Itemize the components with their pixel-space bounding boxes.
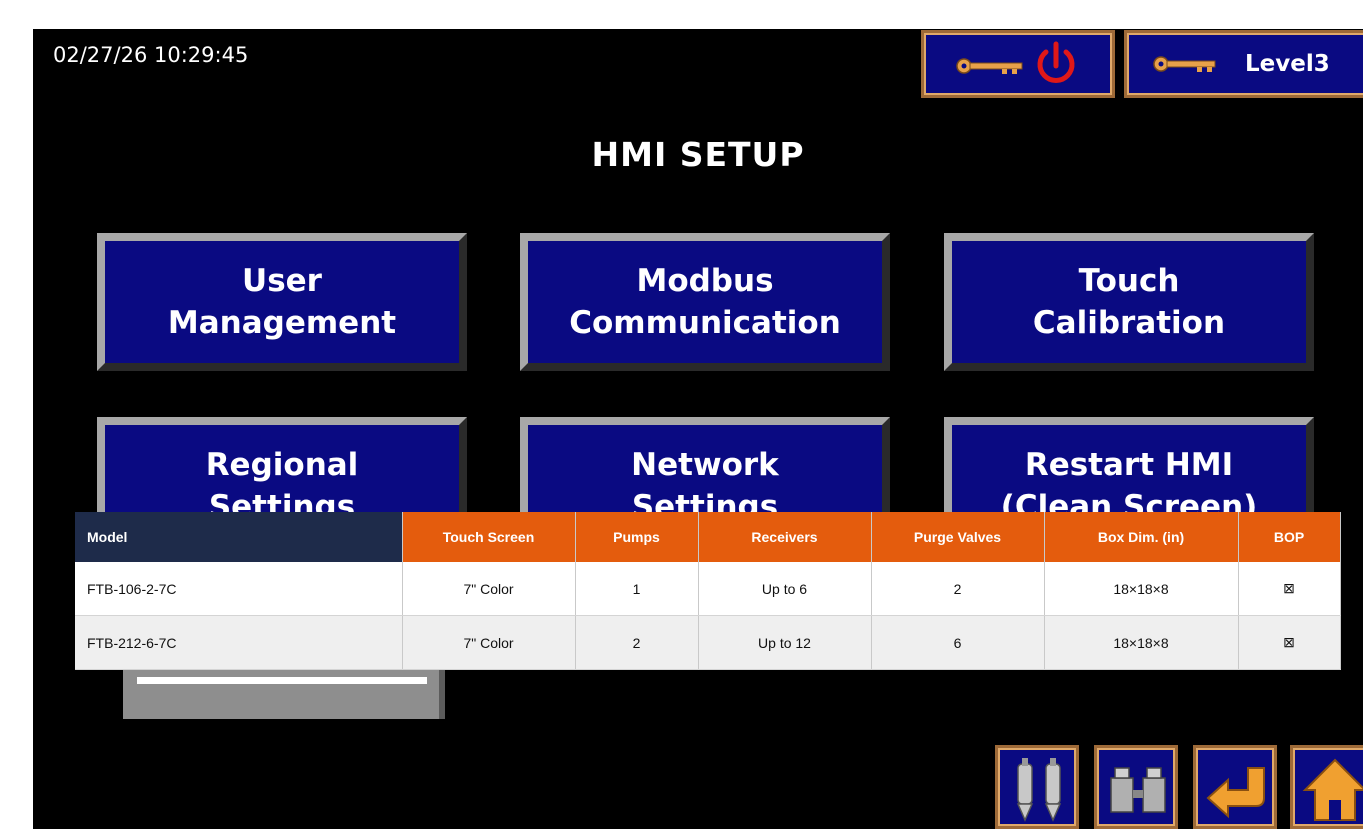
datetime-display: 02/27/26 10:29:45 (53, 43, 249, 67)
button-label-line2: Communication (569, 305, 841, 341)
header-receivers: Receivers (698, 512, 872, 562)
cell-box-dim: 18×18×8 (1044, 562, 1239, 616)
logout-button[interactable] (921, 30, 1115, 98)
cell-receivers: Up to 6 (698, 562, 872, 616)
key-power-icon (956, 41, 1075, 83)
table-row: FTB-106-2-7C 7" Color 1 Up to 6 2 18×18×… (75, 562, 1341, 616)
touch-calibration-button[interactable]: Touch Calibration (944, 233, 1314, 371)
button-label-line1: Touch (1078, 263, 1180, 299)
table-header-row: Model Touch Screen Pumps Receivers Purge… (75, 512, 1341, 562)
user-management-button[interactable]: User Management (97, 233, 467, 371)
modbus-communication-button[interactable]: Modbus Communication (520, 233, 890, 371)
valves-nav-button[interactable] (1094, 745, 1178, 829)
button-label-line2: Management (167, 305, 397, 341)
valves-icon (1110, 767, 1166, 813)
page-title: HMI SETUP (591, 135, 805, 174)
cell-receivers: Up to 12 (698, 615, 872, 670)
home-icon (1302, 758, 1363, 821)
cell-purge-valves: 6 (871, 615, 1045, 670)
back-nav-button[interactable] (1193, 745, 1277, 829)
button-label-line2: Calibration (1032, 305, 1226, 341)
cell-purge-valves: 2 (871, 562, 1045, 616)
button-label-line1: Regional (205, 447, 359, 483)
hmi-screen: 02/27/26 10:29:45 Level3 HMI SETUP User … (33, 29, 1363, 829)
back-arrow-icon (1206, 767, 1265, 819)
user-level-button[interactable]: Level3 (1124, 30, 1363, 98)
spec-table: Model Touch Screen Pumps Receivers Purge… (75, 512, 1341, 670)
cell-bop: ⊠ (1238, 615, 1341, 670)
button-label-line1: Restart HMI (1024, 447, 1234, 483)
cell-box-dim: 18×18×8 (1044, 615, 1239, 670)
header-pumps: Pumps (575, 512, 699, 562)
slider-line (137, 677, 427, 684)
home-nav-button[interactable] (1290, 745, 1363, 829)
cell-touch-screen: 7" Color (402, 562, 576, 616)
header-purge-valves: Purge Valves (871, 512, 1045, 562)
header-bop: BOP (1238, 512, 1341, 562)
button-label-line1: Modbus (636, 263, 774, 299)
cell-pumps: 1 (575, 562, 699, 616)
header-touch-screen: Touch Screen (402, 512, 576, 562)
cell-pumps: 2 (575, 615, 699, 670)
table-row: FTB-212-6-7C 7" Color 2 Up to 12 6 18×18… (75, 615, 1341, 670)
cell-model: FTB-212-6-7C (75, 615, 403, 670)
cell-bop: ⊠ (1238, 562, 1341, 616)
key-icon (1153, 56, 1216, 72)
button-label-line1: User (242, 263, 322, 299)
cell-touch-screen: 7" Color (402, 615, 576, 670)
user-level-label: Level3 (1245, 51, 1330, 77)
pumps-nav-button[interactable] (995, 745, 1079, 829)
header-model: Model (75, 512, 403, 562)
cell-model: FTB-106-2-7C (75, 562, 403, 616)
header-box-dim: Box Dim. (in) (1044, 512, 1239, 562)
pumps-icon (1016, 758, 1062, 822)
button-label-line1: Network (631, 447, 779, 483)
